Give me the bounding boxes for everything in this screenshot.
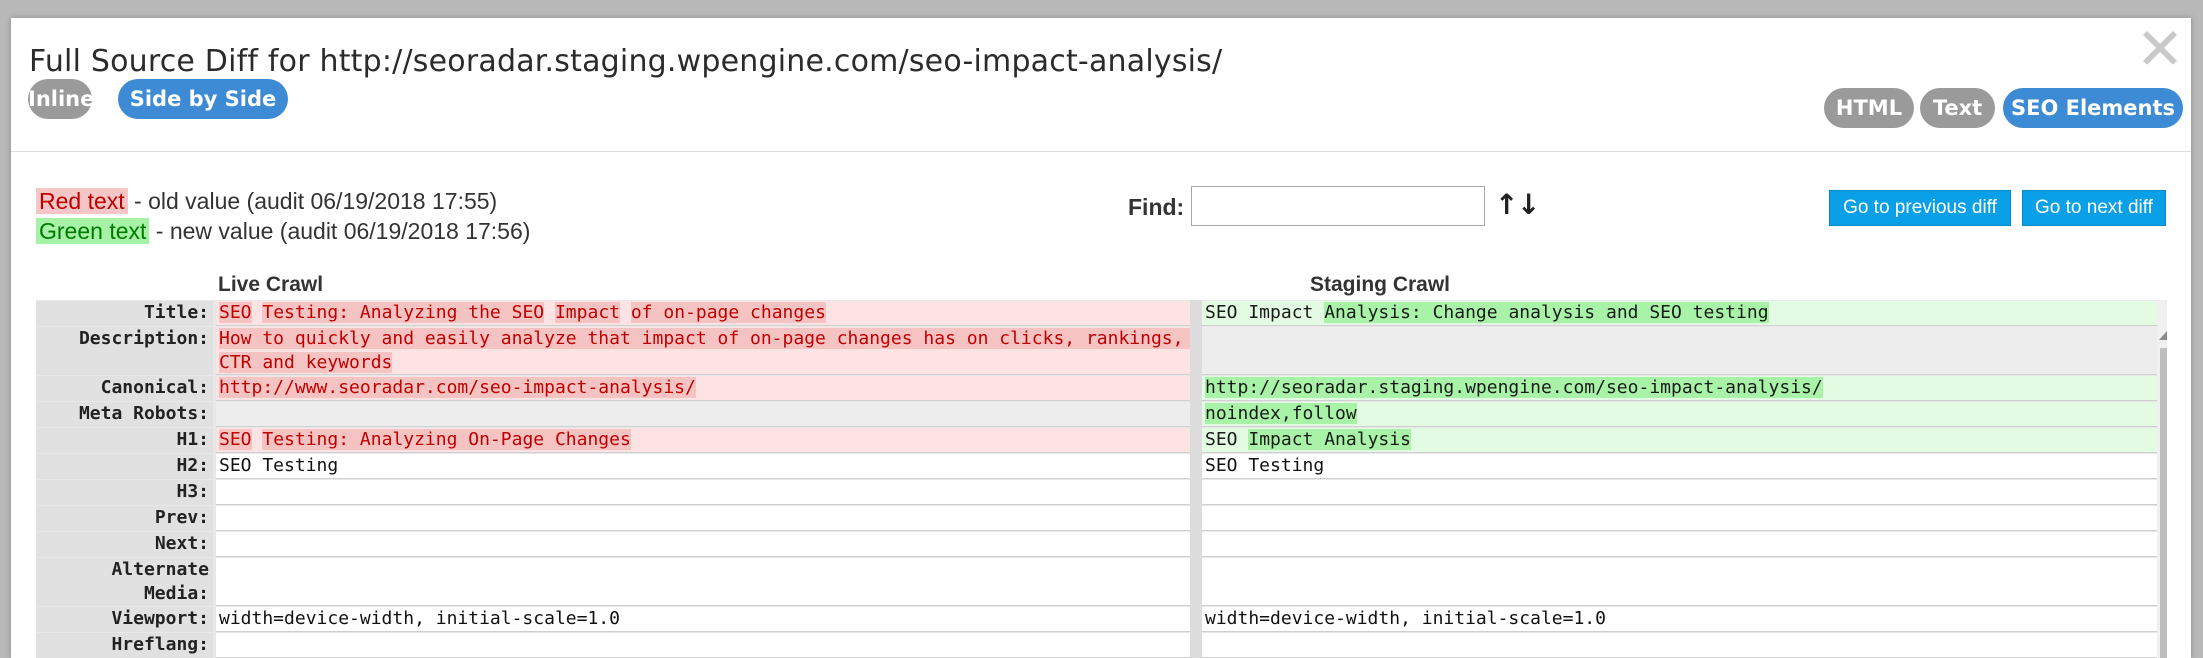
diff-segment: SEO	[219, 302, 252, 323]
legend-old-swatch: Red text	[36, 188, 128, 214]
diff-row-label: Canonical:	[36, 376, 213, 401]
diff-segment	[620, 302, 631, 323]
previous-diff-button[interactable]: Go to previous diff	[1829, 190, 2011, 226]
diff-row-label: Title:	[36, 301, 213, 326]
live-crawl-value	[216, 480, 1190, 505]
text-mode-button[interactable]: Text	[1920, 88, 1995, 128]
arrow-up-icon[interactable]: ↑	[1495, 188, 1518, 221]
diff-segment: SEO	[1205, 429, 1249, 450]
diff-row-label: Prev:	[36, 506, 213, 531]
diff-row: H2: SEO Testing SEO Testing	[36, 454, 2157, 479]
inline-view-button[interactable]: Inline	[28, 79, 94, 119]
live-crawl-value	[216, 558, 1190, 606]
column-gutter	[1190, 300, 1202, 658]
diff-segment: SEO Impact	[1205, 302, 1325, 323]
diff-segment: width=device-width, initial-scale=1.0	[219, 608, 620, 629]
diff-row: Meta Robots: noindex,follow	[36, 402, 2157, 427]
diff-segment: Impact	[554, 302, 620, 323]
live-crawl-value: SEO Testing: Analyzing On-Page Changes	[216, 428, 1190, 453]
diff-row-label: H2:	[36, 454, 213, 479]
diff-row: Next:	[36, 532, 2157, 557]
diff-row: Canonical: http://www.seoradar.com/seo-im…	[36, 376, 2157, 401]
staging-crawl-value: http://seoradar.staging.wpengine.com/seo…	[1202, 376, 2157, 401]
staging-crawl-value	[1202, 532, 2157, 557]
diff-row-label: H1:	[36, 428, 213, 453]
diff-table[interactable]: Hreflang: Viewport: width=device-width, in…	[36, 300, 2167, 658]
diff-segment: http://seoradar.staging.wpengine.com/seo…	[1205, 377, 1823, 398]
legend-old-value: Red text - old value (audit 06/19/2018 1…	[36, 188, 497, 215]
staging-crawl-value: SEO Impact Analysis: Change analysis and…	[1202, 301, 2157, 326]
diff-row-label: Hreflang:	[36, 633, 213, 658]
scroll-up-arrow-icon[interactable]	[2159, 331, 2167, 340]
seo-elements-mode-button[interactable]: SEO Elements	[2003, 88, 2183, 128]
diff-row: Prev:	[36, 506, 2157, 531]
diff-segment: Impact Analysis	[1248, 429, 1411, 450]
arrow-down-icon[interactable]: ↓	[1517, 188, 1540, 221]
live-crawl-value	[216, 532, 1190, 557]
diff-segment: Testing: Analyzing the SEO	[262, 302, 545, 323]
staging-crawl-value	[1202, 558, 2157, 606]
live-crawl-value	[216, 506, 1190, 531]
diff-segment: Analysis: Change analysis and SEO testin…	[1324, 302, 1769, 323]
live-crawl-heading: Live Crawl	[218, 273, 324, 296]
diff-row-label: Description:	[36, 327, 213, 375]
live-crawl-value: SEO Testing	[216, 454, 1190, 479]
staging-crawl-value	[1202, 506, 2157, 531]
find-input[interactable]	[1191, 186, 1485, 226]
diff-row: Alternate Media:	[36, 558, 2157, 606]
dialog-header: Full Source Diff for http://seoradar.sta…	[11, 18, 2191, 152]
html-mode-button[interactable]: HTML	[1824, 88, 1914, 128]
live-crawl-value: SEO Testing: Analyzing the SEO Impact of…	[216, 301, 1190, 326]
staging-crawl-value: SEO Impact Analysis	[1202, 428, 2157, 453]
diff-row: H1: SEO Testing: Analyzing On-Page Change…	[36, 428, 2157, 453]
diff-row-label: Next:	[36, 532, 213, 557]
diff-row-label: Alternate Media:	[36, 558, 213, 606]
diff-segment: of on-page changes	[630, 302, 826, 323]
diff-row: H3:	[36, 480, 2157, 505]
live-crawl-value: How to quickly and easily analyze that i…	[216, 327, 1190, 375]
find-label: Find:	[1128, 194, 1185, 220]
staging-crawl-value	[1202, 633, 2157, 658]
next-diff-button[interactable]: Go to next diff	[2022, 190, 2166, 226]
staging-crawl-value	[1202, 327, 2157, 375]
source-diff-dialog: Full Source Diff for http://seoradar.sta…	[11, 18, 2191, 658]
diff-row: Title: SEO Testing: Analyzing the SEO Imp…	[36, 301, 2157, 326]
diff-row-label: Meta Robots:	[36, 402, 213, 427]
diff-row: Viewport: width=device-width, initial-sca…	[36, 607, 2157, 632]
diff-segment: SEO	[219, 429, 252, 450]
diff-segment: SEO Testing	[219, 455, 339, 476]
close-icon[interactable]: ✕	[2131, 20, 2189, 78]
diff-row-label: Viewport:	[36, 607, 213, 632]
legend-old-description: - old value (audit 06/19/2018 17:55)	[127, 188, 498, 214]
dialog-title: Full Source Diff for http://seoradar.sta…	[29, 44, 1223, 79]
diff-segment	[252, 429, 263, 450]
live-crawl-value	[216, 402, 1190, 427]
diff-segment: SEO Testing	[1205, 455, 1325, 476]
diff-row: Description: How to quickly and easily an…	[36, 327, 2157, 375]
staging-crawl-value: width=device-width, initial-scale=1.0	[1202, 607, 2157, 632]
diff-row: Hreflang:	[36, 633, 2157, 658]
legend-new-swatch: Green text	[36, 218, 150, 244]
diff-segment: noindex,follow	[1205, 403, 1357, 424]
staging-crawl-value	[1202, 480, 2157, 505]
diff-row-label: H3:	[36, 480, 213, 505]
diff-scrollbar-thumb[interactable]	[2160, 348, 2167, 658]
diff-segment	[252, 302, 263, 323]
diff-segment: http://www.seoradar.com/seo-impact-analy…	[219, 377, 696, 398]
live-crawl-value: width=device-width, initial-scale=1.0	[216, 607, 1190, 632]
legend-new-description: - new value (audit 06/19/2018 17:56)	[149, 218, 531, 244]
staging-crawl-value: SEO Testing	[1202, 454, 2157, 479]
legend-new-value: Green text - new value (audit 06/19/2018…	[36, 218, 530, 245]
live-crawl-value: http://www.seoradar.com/seo-impact-analy…	[216, 376, 1190, 401]
diff-segment: width=device-width, initial-scale=1.0	[1205, 608, 1606, 629]
diff-segment: How to quickly and easily analyze that i…	[219, 328, 1190, 373]
staging-crawl-heading: Staging Crawl	[1310, 273, 1451, 296]
diff-segment	[544, 302, 555, 323]
live-crawl-value	[216, 633, 1190, 658]
side-by-side-view-button[interactable]: Side by Side	[118, 79, 288, 119]
diff-segment: Testing: Analyzing On-Page Changes	[262, 429, 631, 450]
staging-crawl-value: noindex,follow	[1202, 402, 2157, 427]
